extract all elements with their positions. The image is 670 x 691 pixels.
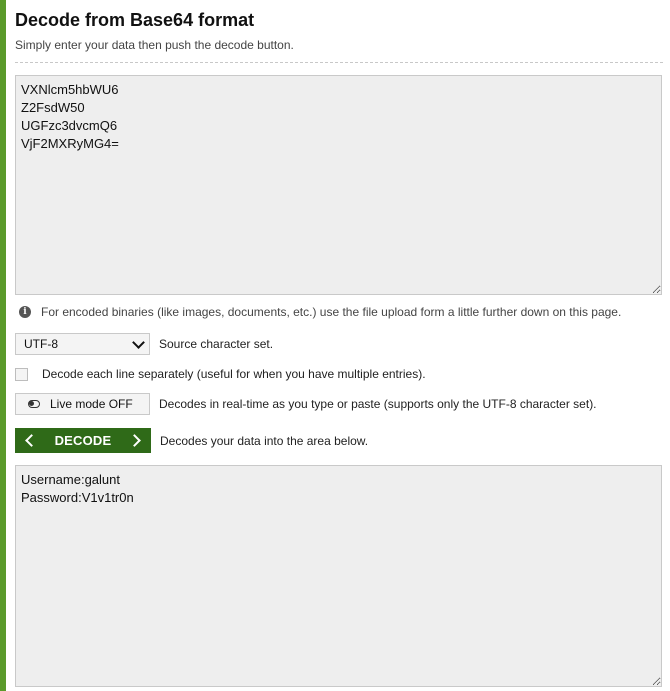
decoded-output-textarea[interactable]: Username:galunt Password:V1v1tr0n xyxy=(15,465,662,687)
toggle-icon xyxy=(28,400,40,408)
base64-input-textarea[interactable]: VXNlcm5hbWU6 Z2FsdW50 UGFzc3dvcmQ6 VjF2M… xyxy=(15,75,662,295)
decode-row: DECODE Decodes your data into the area b… xyxy=(15,428,368,453)
chevron-down-icon xyxy=(132,335,145,349)
info-text: For encoded binaries (like images, docum… xyxy=(41,305,622,319)
decode-lines-label: Decode each line separately (useful for … xyxy=(42,367,426,381)
live-mode-description: Decodes in real-time as you type or past… xyxy=(159,397,597,411)
main-panel: Decode from Base64 format Simply enter y… xyxy=(6,0,670,691)
decode-description: Decodes your data into the area below. xyxy=(160,433,369,448)
charset-select[interactable]: UTF-8 xyxy=(15,333,150,355)
binary-info-note: i For encoded binaries (like images, doc… xyxy=(15,304,621,320)
line-option-row: Decode each line separately (useful for … xyxy=(15,367,426,381)
info-icon: i xyxy=(19,306,31,318)
live-mode-row: Live mode OFF Decodes in real-time as yo… xyxy=(15,393,597,415)
decode-button[interactable]: DECODE xyxy=(15,428,151,453)
live-mode-label: Live mode OFF xyxy=(50,397,133,411)
live-mode-button[interactable]: Live mode OFF xyxy=(15,393,150,415)
chevron-right-icon xyxy=(128,434,141,447)
page-title: Decode from Base64 format xyxy=(15,10,255,30)
charset-label: Source character set. xyxy=(159,337,274,351)
decode-lines-checkbox[interactable] xyxy=(15,367,28,381)
decode-button-label: DECODE xyxy=(54,433,112,448)
page-subtitle: Simply enter your data then push the dec… xyxy=(15,38,294,52)
divider xyxy=(15,62,663,63)
chevron-left-icon xyxy=(25,434,38,447)
charset-selected-value: UTF-8 xyxy=(24,337,58,351)
charset-row: UTF-8 Source character set. xyxy=(15,333,273,355)
